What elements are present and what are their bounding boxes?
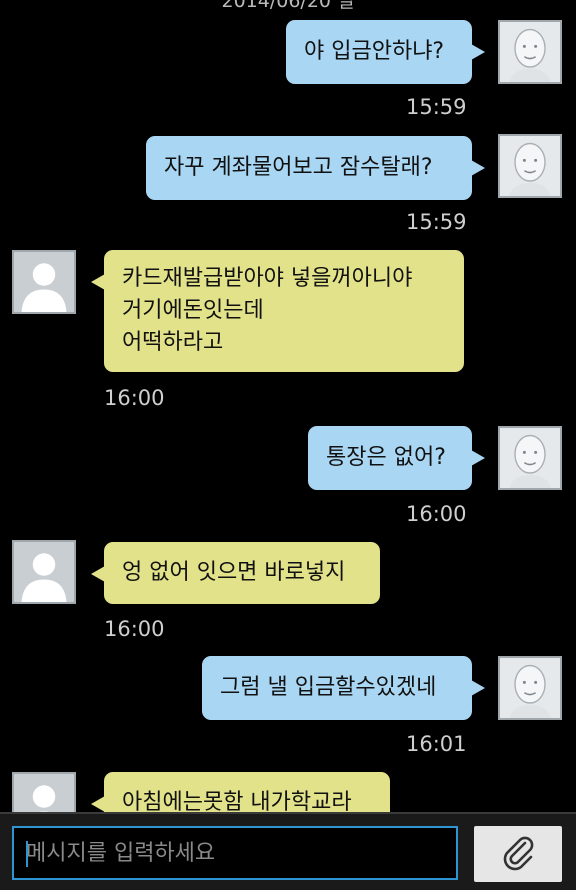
message-text: 엉 없어 잇으면 바로넣지: [122, 560, 346, 585]
message-composer: [0, 812, 576, 890]
message-bubble-outgoing[interactable]: 자꾸 계좌물어보고 잠수탈래?: [146, 136, 485, 200]
contact-avatar-icon[interactable]: [12, 540, 76, 604]
message-text: 야 입금안하냐?: [304, 39, 445, 64]
message-bubble-incoming[interactable]: 엉 없어 잇으면 바로넣지: [91, 542, 380, 604]
message-time: 16:00: [104, 617, 165, 641]
message-input[interactable]: [12, 826, 458, 880]
date-header: 2014/06/20 일: [221, 0, 355, 12]
contact-avatar-icon[interactable]: [12, 250, 76, 314]
message-time: 16:00: [406, 502, 467, 526]
message-bubble-outgoing[interactable]: 그럼 낼 입금할수있겠네: [202, 656, 485, 720]
message-time: 16:01: [406, 732, 467, 756]
attach-button[interactable]: [474, 826, 562, 882]
message-text-line: 카드재발급받아야 넣을꺼아니야: [122, 266, 413, 291]
my-avatar-icon[interactable]: [498, 20, 562, 84]
message-time: 15:59: [406, 210, 467, 234]
message-time: 16:00: [104, 386, 165, 410]
my-avatar-icon[interactable]: [498, 134, 562, 198]
message-text-line: 어떡하라고: [122, 330, 224, 355]
conversation-thread[interactable]: 2014/06/20 일 야 입금안하냐? 15:59 자꾸 계좌물어보고 잠수…: [0, 0, 576, 812]
message-time: 15:59: [406, 95, 467, 119]
message-bubble-outgoing[interactable]: 야 입금안하냐?: [286, 20, 485, 84]
message-bubble-incoming[interactable]: 카드재발급받아야 넣을꺼아니야 거기에돈잇는데 어떡하라고: [91, 250, 464, 372]
message-text: 통장은 없어?: [326, 445, 446, 470]
message-bubble-incoming[interactable]: 아침에는못함 내가학교라: [91, 772, 390, 812]
message-text: 아침에는못함 내가학교라: [122, 790, 352, 812]
message-text: 그럼 낼 입금할수있겠네: [220, 675, 437, 700]
my-avatar-icon[interactable]: [498, 656, 562, 720]
contact-avatar-icon[interactable]: [12, 772, 76, 812]
paperclip-icon: [498, 832, 538, 876]
text-cursor: [26, 841, 28, 867]
message-text-line: 거기에돈잇는데: [122, 298, 264, 323]
message-text: 자꾸 계좌물어보고 잠수탈래?: [164, 155, 433, 180]
message-bubble-outgoing[interactable]: 통장은 없어?: [308, 426, 485, 490]
my-avatar-icon[interactable]: [498, 426, 562, 490]
